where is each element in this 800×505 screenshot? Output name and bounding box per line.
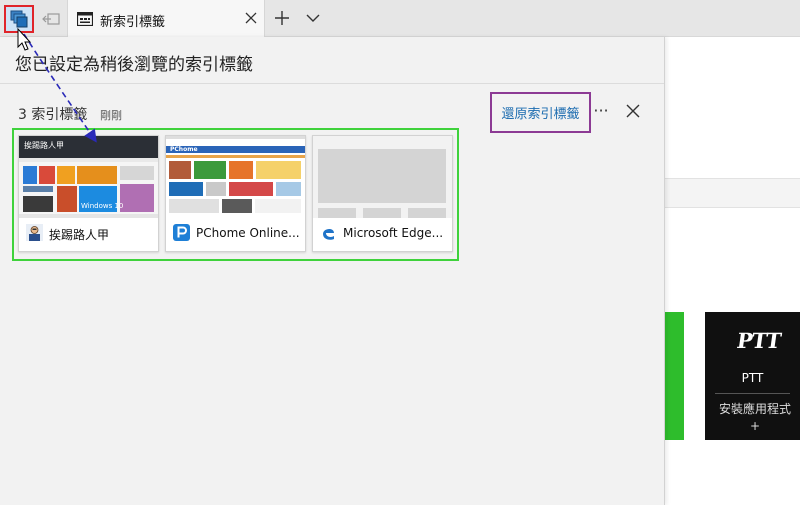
ptt-app-tile[interactable]: PTT PTT 安裝應用程式 + xyxy=(705,312,800,440)
tab-title: 新索引標籤 xyxy=(100,15,166,30)
pchome-icon xyxy=(173,224,190,241)
tab-thumbnails-group: 挨踢路人甲 Windows 10 挨踢路人甲 PChome PChome Onl… xyxy=(12,128,459,261)
panel-divider xyxy=(0,83,664,84)
tab-thumbnail-1[interactable]: 挨踢路人甲 Windows 10 挨踢路人甲 xyxy=(18,135,159,252)
ptt-app-name: PTT xyxy=(741,371,764,385)
tab-thumbnail-title: 挨踢路人甲 xyxy=(49,228,110,242)
tab-thumbnail-title: Microsoft Edge... xyxy=(343,226,444,240)
new-tab-favicon-icon xyxy=(77,12,93,26)
set-aside-tabs-icon xyxy=(10,10,28,28)
background-search-bar xyxy=(665,178,800,208)
tab-new-tab[interactable]: 新索引標籤 xyxy=(67,0,265,37)
close-tab-icon[interactable] xyxy=(242,9,260,27)
tab-group-count: 3 索引標籤 xyxy=(18,107,88,123)
restore-tabs-button[interactable]: 還原索引標籤 xyxy=(490,92,591,133)
avatar-icon xyxy=(26,224,43,241)
set-aside-panel: 您已設定為稍後瀏覽的索引標籤 3 索引標籤 剛剛 還原索引標籤 ··· 挨踢路人… xyxy=(0,37,665,505)
edge-icon xyxy=(323,228,334,240)
panel-heading: 您已設定為稍後瀏覽的索引標籤 xyxy=(15,55,253,75)
tile-1-win10-text: Windows 10 xyxy=(81,202,124,210)
remove-group-close-icon[interactable] xyxy=(623,101,643,121)
tab-preview-image: 挨踢路人甲 Windows 10 xyxy=(19,136,158,218)
ptt-logo: PTT xyxy=(735,328,783,353)
install-app-link[interactable]: 安裝應用程式 + xyxy=(715,401,795,435)
set-aside-icon xyxy=(42,13,60,25)
tile-2-brand-text: PChome xyxy=(170,146,198,153)
show-set-aside-tabs-button[interactable] xyxy=(4,5,34,33)
tab-thumbnail-2[interactable]: PChome PChome Online... xyxy=(165,135,306,252)
tab-preview-image: PChome xyxy=(166,136,305,218)
tab-bar: 新索引標籤 xyxy=(0,0,800,37)
tab-preview-image xyxy=(313,136,452,218)
more-options-icon[interactable]: ··· xyxy=(591,100,611,122)
tile-1-site-header-text: 挨踢路人甲 xyxy=(24,141,64,150)
tab-thumbnail-title: PChome Online... xyxy=(196,226,300,240)
tab-list-chevron-down-icon[interactable] xyxy=(303,6,323,30)
tab-group-timestamp: 剛剛 xyxy=(100,109,122,122)
set-tabs-aside-button[interactable] xyxy=(36,5,66,33)
tab-thumbnail-3[interactable]: Microsoft Edge... xyxy=(312,135,453,252)
new-tab-plus-icon[interactable] xyxy=(270,6,294,30)
ptt-divider xyxy=(715,393,790,394)
